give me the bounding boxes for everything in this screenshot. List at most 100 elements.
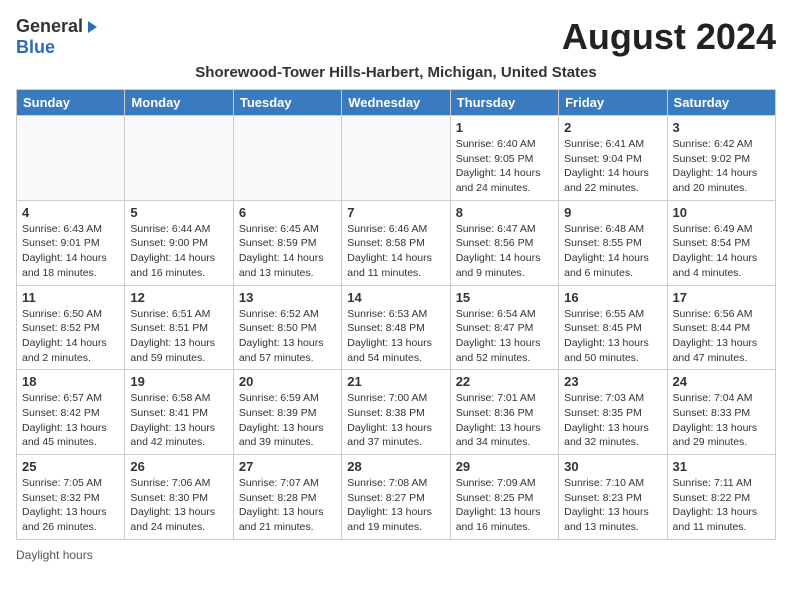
day-detail: Sunrise: 6:41 AM Sunset: 9:04 PM Dayligh…	[564, 137, 661, 196]
day-detail: Sunrise: 6:51 AM Sunset: 8:51 PM Dayligh…	[130, 307, 227, 366]
logo-blue-text: Blue	[16, 37, 55, 58]
calendar-cell: 22 Sunrise: 7:01 AM Sunset: 8:36 PM Dayli…	[450, 370, 558, 455]
day-number: 29	[456, 459, 553, 474]
calendar-week-3: 11 Sunrise: 6:50 AM Sunset: 8:52 PM Dayli…	[17, 285, 776, 370]
day-detail: Sunrise: 6:57 AM Sunset: 8:42 PM Dayligh…	[22, 391, 119, 450]
day-detail: Sunrise: 6:58 AM Sunset: 8:41 PM Dayligh…	[130, 391, 227, 450]
day-number: 9	[564, 205, 661, 220]
day-number: 24	[673, 374, 770, 389]
day-number: 30	[564, 459, 661, 474]
day-detail: Sunrise: 6:43 AM Sunset: 9:01 PM Dayligh…	[22, 222, 119, 281]
day-detail: Sunrise: 6:55 AM Sunset: 8:45 PM Dayligh…	[564, 307, 661, 366]
day-detail: Sunrise: 6:59 AM Sunset: 8:39 PM Dayligh…	[239, 391, 336, 450]
calendar-cell: 1Sunrise: 6:40 AM Sunset: 9:05 PM Daylig…	[450, 116, 558, 201]
footer-note: Daylight hours	[16, 548, 776, 562]
day-detail: Sunrise: 6:56 AM Sunset: 8:44 PM Dayligh…	[673, 307, 770, 366]
day-detail: Sunrise: 7:01 AM Sunset: 8:36 PM Dayligh…	[456, 391, 553, 450]
logo-general-text: General	[16, 16, 83, 37]
calendar-cell: 30 Sunrise: 7:10 AM Sunset: 8:23 PM Dayli…	[559, 455, 667, 540]
calendar-cell: 14Sunrise: 6:53 AM Sunset: 8:48 PM Dayli…	[342, 285, 450, 370]
day-number: 4	[22, 205, 119, 220]
day-number: 27	[239, 459, 336, 474]
weekday-header-thursday: Thursday	[450, 90, 558, 116]
day-number: 5	[130, 205, 227, 220]
calendar-cell	[17, 116, 125, 201]
calendar-cell: 25 Sunrise: 7:05 AM Sunset: 8:32 PM Dayli…	[17, 455, 125, 540]
day-number: 17	[673, 290, 770, 305]
day-number: 1	[456, 120, 553, 135]
day-number: 22	[456, 374, 553, 389]
day-detail: Sunrise: 6:45 AM Sunset: 8:59 PM Dayligh…	[239, 222, 336, 281]
logo: General Blue	[16, 16, 97, 58]
day-number: 3	[673, 120, 770, 135]
day-detail: Sunrise: 7:07 AM Sunset: 8:28 PM Dayligh…	[239, 476, 336, 535]
day-detail: Sunrise: 7:09 AM Sunset: 8:25 PM Dayligh…	[456, 476, 553, 535]
day-detail: Sunrise: 7:10 AM Sunset: 8:23 PM Dayligh…	[564, 476, 661, 535]
calendar-cell: 27 Sunrise: 7:07 AM Sunset: 8:28 PM Dayli…	[233, 455, 341, 540]
day-number: 11	[22, 290, 119, 305]
day-detail: Sunrise: 6:47 AM Sunset: 8:56 PM Dayligh…	[456, 222, 553, 281]
logo-flag-icon	[88, 21, 97, 33]
day-detail: Sunrise: 6:46 AM Sunset: 8:58 PM Dayligh…	[347, 222, 444, 281]
calendar-cell: 17 Sunrise: 6:56 AM Sunset: 8:44 PM Dayli…	[667, 285, 775, 370]
day-detail: Sunrise: 7:00 AM Sunset: 8:38 PM Dayligh…	[347, 391, 444, 450]
day-detail: Sunrise: 7:08 AM Sunset: 8:27 PM Dayligh…	[347, 476, 444, 535]
calendar-cell: 31Sunrise: 7:11 AM Sunset: 8:22 PM Dayli…	[667, 455, 775, 540]
calendar-week-2: 4 Sunrise: 6:43 AM Sunset: 9:01 PM Daylig…	[17, 200, 776, 285]
day-detail: Sunrise: 7:05 AM Sunset: 8:32 PM Dayligh…	[22, 476, 119, 535]
calendar-cell: 26 Sunrise: 7:06 AM Sunset: 8:30 PM Dayli…	[125, 455, 233, 540]
day-detail: Sunrise: 6:49 AM Sunset: 8:54 PM Dayligh…	[673, 222, 770, 281]
calendar-cell: 4 Sunrise: 6:43 AM Sunset: 9:01 PM Daylig…	[17, 200, 125, 285]
weekday-header-sunday: Sunday	[17, 90, 125, 116]
day-number: 21	[347, 374, 444, 389]
day-detail: Sunrise: 6:42 AM Sunset: 9:02 PM Dayligh…	[673, 137, 770, 196]
calendar-cell: 9Sunrise: 6:48 AM Sunset: 8:55 PM Daylig…	[559, 200, 667, 285]
day-number: 7	[347, 205, 444, 220]
day-number: 26	[130, 459, 227, 474]
calendar-cell: 5 Sunrise: 6:44 AM Sunset: 9:00 PM Daylig…	[125, 200, 233, 285]
calendar-cell	[342, 116, 450, 201]
calendar-cell: 7 Sunrise: 6:46 AM Sunset: 8:58 PM Daylig…	[342, 200, 450, 285]
day-number: 10	[673, 205, 770, 220]
weekday-header-friday: Friday	[559, 90, 667, 116]
calendar-cell: 24 Sunrise: 7:04 AM Sunset: 8:33 PM Dayli…	[667, 370, 775, 455]
calendar-week-5: 25 Sunrise: 7:05 AM Sunset: 8:32 PM Dayli…	[17, 455, 776, 540]
calendar-cell: 23 Sunrise: 7:03 AM Sunset: 8:35 PM Dayli…	[559, 370, 667, 455]
day-detail: Sunrise: 7:04 AM Sunset: 8:33 PM Dayligh…	[673, 391, 770, 450]
day-number: 28	[347, 459, 444, 474]
day-detail: Sunrise: 7:03 AM Sunset: 8:35 PM Dayligh…	[564, 391, 661, 450]
day-detail: Sunrise: 6:52 AM Sunset: 8:50 PM Dayligh…	[239, 307, 336, 366]
calendar-cell: 6Sunrise: 6:45 AM Sunset: 8:59 PM Daylig…	[233, 200, 341, 285]
calendar-cell: 29 Sunrise: 7:09 AM Sunset: 8:25 PM Dayli…	[450, 455, 558, 540]
calendar-cell: 12 Sunrise: 6:51 AM Sunset: 8:51 PM Dayli…	[125, 285, 233, 370]
day-number: 8	[456, 205, 553, 220]
calendar-cell: 2 Sunrise: 6:41 AM Sunset: 9:04 PM Daylig…	[559, 116, 667, 201]
calendar-cell: 16Sunrise: 6:55 AM Sunset: 8:45 PM Dayli…	[559, 285, 667, 370]
day-number: 12	[130, 290, 227, 305]
daylight-hours-label: Daylight hours	[16, 548, 93, 562]
day-number: 31	[673, 459, 770, 474]
calendar-cell: 8 Sunrise: 6:47 AM Sunset: 8:56 PM Daylig…	[450, 200, 558, 285]
day-detail: Sunrise: 6:44 AM Sunset: 9:00 PM Dayligh…	[130, 222, 227, 281]
day-number: 25	[22, 459, 119, 474]
calendar-cell: 20 Sunrise: 6:59 AM Sunset: 8:39 PM Dayli…	[233, 370, 341, 455]
day-number: 19	[130, 374, 227, 389]
calendar-table: SundayMondayTuesdayWednesdayThursdayFrid…	[16, 89, 776, 540]
calendar-week-4: 18Sunrise: 6:57 AM Sunset: 8:42 PM Dayli…	[17, 370, 776, 455]
calendar-cell: 28 Sunrise: 7:08 AM Sunset: 8:27 PM Dayli…	[342, 455, 450, 540]
weekday-header-wednesday: Wednesday	[342, 90, 450, 116]
day-detail: Sunrise: 6:53 AM Sunset: 8:48 PM Dayligh…	[347, 307, 444, 366]
calendar-cell	[233, 116, 341, 201]
day-number: 2	[564, 120, 661, 135]
day-number: 20	[239, 374, 336, 389]
calendar-cell: 15 Sunrise: 6:54 AM Sunset: 8:47 PM Dayli…	[450, 285, 558, 370]
month-title: August 2024	[562, 16, 776, 58]
day-detail: Sunrise: 6:50 AM Sunset: 8:52 PM Dayligh…	[22, 307, 119, 366]
day-detail: Sunrise: 7:06 AM Sunset: 8:30 PM Dayligh…	[130, 476, 227, 535]
day-detail: Sunrise: 6:54 AM Sunset: 8:47 PM Dayligh…	[456, 307, 553, 366]
day-number: 15	[456, 290, 553, 305]
weekday-header-tuesday: Tuesday	[233, 90, 341, 116]
day-number: 23	[564, 374, 661, 389]
weekday-header-monday: Monday	[125, 90, 233, 116]
weekday-header-saturday: Saturday	[667, 90, 775, 116]
